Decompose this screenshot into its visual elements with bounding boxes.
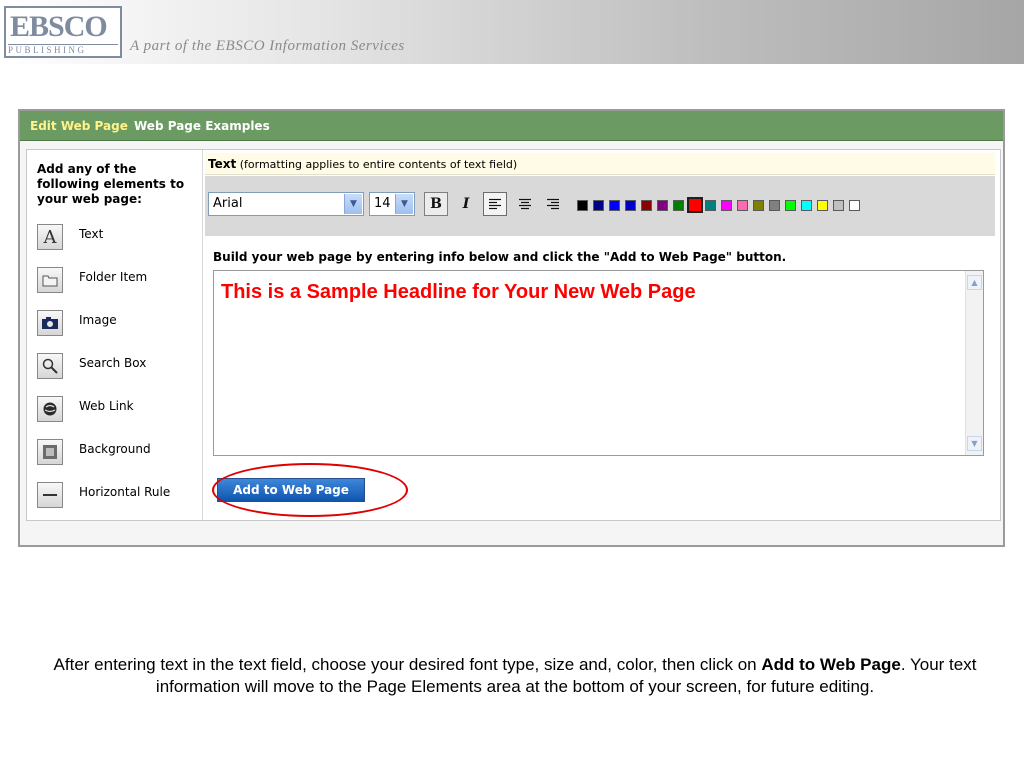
folder-icon (37, 267, 63, 293)
caption-bold: Add to Web Page (761, 655, 901, 674)
text-icon: A (37, 224, 63, 250)
instruction-text: Build your web page by entering info bel… (213, 250, 787, 264)
color-swatch[interactable] (737, 200, 748, 211)
sidebar-item-label: Web Link (79, 399, 134, 413)
highlight-circle (212, 463, 408, 517)
color-swatch[interactable] (801, 200, 812, 211)
sidebar-item-text[interactable]: A Text (37, 224, 197, 254)
color-swatch[interactable] (577, 200, 588, 211)
horizontal-rule-icon (37, 482, 63, 508)
color-swatch[interactable] (673, 200, 684, 211)
color-swatch[interactable] (705, 200, 716, 211)
color-swatch[interactable] (785, 200, 796, 211)
color-swatch[interactable] (849, 200, 860, 211)
italic-button[interactable]: I (454, 192, 478, 216)
formatting-toolbar: Arial ▼ 14 ▼ B I (205, 176, 995, 236)
sidebar-item-label: Text (79, 227, 104, 241)
bold-button[interactable]: B (424, 192, 448, 216)
color-swatch[interactable] (753, 200, 764, 211)
sidebar-item-label: Image (79, 313, 117, 327)
chevron-down-icon: ▼ (344, 194, 362, 214)
align-center-button[interactable] (513, 192, 537, 216)
scroll-down-icon[interactable]: ▼ (967, 436, 982, 451)
sidebar-item-background[interactable]: Background (37, 439, 197, 469)
editor-scrollbar[interactable]: ▲ ▼ (965, 271, 983, 455)
color-swatch[interactable] (769, 200, 780, 211)
edit-web-page-window: Edit Web Page Web Page Examples Add any … (18, 109, 1005, 547)
ebsco-logo: EBSCO PUBLISHING (4, 6, 122, 58)
sidebar-item-horizontal-rule[interactable]: Horizontal Rule (37, 482, 197, 512)
editor-panel: Add any of the following elements to you… (26, 149, 1001, 521)
slide-caption: After entering text in the text field, c… (40, 654, 990, 698)
globe-icon (37, 396, 63, 422)
sidebar-item-label: Folder Item (79, 270, 148, 284)
text-field[interactable]: This is a Sample Headline for Your New W… (213, 270, 984, 456)
camera-icon (37, 310, 63, 336)
font-family-value: Arial (213, 196, 243, 211)
align-right-icon (547, 198, 559, 210)
color-swatch[interactable] (657, 200, 668, 211)
scroll-up-icon[interactable]: ▲ (967, 275, 982, 290)
bold-icon: B (430, 196, 442, 212)
font-size-value: 14 (374, 196, 391, 211)
editor-content: This is a Sample Headline for Your New W… (221, 281, 696, 303)
sidebar-heading: Add any of the following elements to you… (37, 162, 185, 206)
text-panel-header: Text (formatting applies to entire conte… (205, 153, 995, 175)
font-family-select[interactable]: Arial ▼ (208, 192, 364, 216)
align-left-icon (489, 198, 501, 210)
text-panel-note: (formatting applies to entire contents o… (239, 158, 518, 171)
text-panel-title: Text (208, 157, 237, 171)
sidebar-item-label: Search Box (79, 356, 147, 370)
sidebar-item-folder[interactable]: Folder Item (37, 267, 197, 297)
sidebar-item-label: Background (79, 442, 151, 456)
window-tab-bar: Edit Web Page Web Page Examples (20, 111, 1003, 141)
tab-edit-web-page[interactable]: Edit Web Page (30, 119, 128, 133)
sidebar-item-image[interactable]: Image (37, 310, 197, 340)
tab-web-page-examples[interactable]: Web Page Examples (134, 119, 270, 133)
italic-icon: I (462, 196, 470, 212)
color-swatch[interactable] (817, 200, 828, 211)
sidebar-item-web-link[interactable]: Web Link (37, 396, 197, 426)
color-swatch[interactable] (833, 200, 844, 211)
color-swatch[interactable] (609, 200, 620, 211)
sidebar-item-label: Horizontal Rule (79, 485, 171, 499)
header-banner: EBSCO PUBLISHING A part of the EBSCO Inf… (0, 0, 1024, 64)
align-center-icon (519, 198, 531, 210)
align-right-button[interactable] (541, 192, 565, 216)
background-icon (37, 439, 63, 465)
color-swatch[interactable] (721, 200, 732, 211)
color-swatch[interactable] (641, 200, 652, 211)
color-swatch[interactable] (687, 197, 703, 213)
align-left-button[interactable] (483, 192, 507, 216)
color-swatch[interactable] (593, 200, 604, 211)
color-swatch[interactable] (625, 200, 636, 211)
header-tagline: A part of the EBSCO Information Services (130, 38, 405, 54)
caption-part1: After entering text in the text field, c… (53, 655, 762, 674)
sidebar-item-search-box[interactable]: Search Box (37, 353, 197, 383)
font-size-select[interactable]: 14 ▼ (369, 192, 415, 216)
logo-sub-text: PUBLISHING (8, 44, 118, 55)
elements-sidebar: Add any of the following elements to you… (27, 150, 203, 520)
logo-main-text: EBSCO (10, 10, 108, 43)
chevron-down-icon: ▼ (395, 194, 413, 214)
magnifier-icon (37, 353, 63, 379)
